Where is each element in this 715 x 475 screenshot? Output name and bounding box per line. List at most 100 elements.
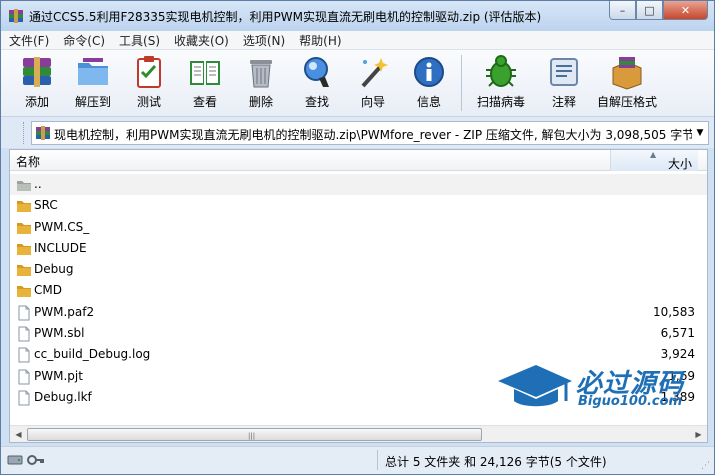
table-row[interactable]: PWM.sbl 6,571 — [10, 323, 707, 344]
folder-icon — [17, 286, 31, 298]
horizontal-scrollbar[interactable]: ◀ ||| ▶ — [10, 425, 707, 442]
scrollbar-grip-icon: ||| — [248, 432, 256, 440]
graduation-cap-logo — [498, 365, 572, 407]
find-label: 查找 — [304, 95, 329, 109]
title-bar[interactable]: 通过CCS5.5利用F28335实现电机控制，利用PWM实现直流无刷电机的控制驱… — [1, 1, 714, 31]
window-title: 通过CCS5.5利用F28335实现电机控制，利用PWM实现直流无刷电机的控制驱… — [29, 10, 542, 24]
table-row[interactable]: Debug — [10, 259, 707, 280]
delete-label: 删除 — [248, 95, 273, 109]
watermark-url: Biguo100.com — [578, 394, 683, 409]
status-divider — [377, 450, 378, 470]
file-icon — [18, 390, 30, 406]
sfx-label: 自解压格式 — [596, 95, 657, 109]
archive-path-field[interactable]: 现电机控制，利用PWM实现直流无刷电机的控制驱动.zip\PWMfore_rev… — [31, 121, 709, 145]
status-summary: 总计 5 文件夹 和 24,126 字节(5 个文件) — [385, 455, 607, 469]
wizard-label: 向导 — [360, 95, 385, 109]
folder-icon — [17, 201, 31, 213]
scroll-left-icon[interactable]: ◀ — [10, 426, 27, 442]
file-size: 10,583 — [653, 304, 695, 319]
toolbar-separator — [461, 55, 462, 111]
folder-icon — [17, 265, 31, 277]
folder-icon — [17, 222, 31, 234]
view-book-icon — [190, 61, 220, 85]
file-name: SRC — [34, 198, 58, 213]
close-button[interactable]: ✕ — [663, 1, 708, 20]
extract-folder-icon — [78, 58, 108, 85]
winrar-window: 通过CCS5.5利用F28335实现电机控制，利用PWM实现直流无刷电机的控制驱… — [0, 0, 715, 475]
file-size: 6,571 — [660, 326, 695, 341]
address-bar-grip[interactable] — [23, 122, 26, 144]
column-header-name[interactable]: 名称 — [16, 153, 40, 170]
info-icon — [414, 57, 444, 87]
table-row[interactable]: PWM.CS_ — [10, 217, 707, 238]
comment-label: 注释 — [551, 95, 576, 109]
scroll-right-icon[interactable]: ▶ — [690, 426, 707, 442]
file-name: Debug.lkf — [34, 389, 92, 404]
virus-scan-label: 扫描病毒 — [476, 95, 525, 109]
menu-favorites[interactable]: 收藏夹(O) — [166, 31, 235, 49]
test-clipboard-icon — [137, 56, 161, 88]
winrar-app-icon[interactable] — [8, 8, 24, 24]
table-row[interactable]: PWM.paf2 10,583 — [10, 302, 707, 323]
file-icon — [18, 305, 30, 321]
sfx-button[interactable]: 自解压格式 — [592, 50, 662, 114]
view-button[interactable]: 查看 — [177, 50, 233, 114]
comment-note-icon — [550, 58, 578, 86]
file-list-header: 名称 大小 ▲ — [10, 150, 707, 171]
file-name: INCLUDE — [34, 240, 87, 255]
add-archive-icon — [23, 57, 51, 87]
menu-file[interactable]: 文件(F) — [1, 31, 55, 49]
file-name: Debug — [34, 262, 74, 277]
file-icon — [18, 326, 30, 342]
extract-button[interactable]: 解压到 — [65, 50, 121, 114]
minimize-button[interactable]: – — [609, 1, 636, 20]
delete-trash-icon — [250, 60, 272, 88]
menu-command[interactable]: 命令(C) — [55, 31, 111, 49]
drive-icon[interactable] — [7, 453, 23, 467]
parent-folder-row[interactable]: .. — [10, 174, 707, 196]
watermark: 必过源码 Biguo100.com — [496, 361, 696, 416]
parent-folder-icon — [17, 181, 31, 191]
menu-bar: 文件(F) 命令(C) 工具(S) 收藏夹(O) 选项(N) 帮助(H) — [1, 31, 714, 50]
resize-grip-icon[interactable]: ⋰ — [701, 461, 710, 471]
scrollbar-thumb[interactable]: ||| — [27, 428, 482, 441]
sort-up-icon: ▲ — [650, 150, 657, 159]
maximize-button[interactable]: □ — [636, 1, 663, 20]
table-row[interactable]: SRC — [10, 195, 707, 216]
file-name: PWM.sbl — [34, 326, 85, 341]
add-button[interactable]: 添加 — [9, 50, 65, 114]
wizard-wand-icon — [361, 58, 388, 88]
find-button[interactable]: 查找 — [289, 50, 345, 114]
virus-bug-icon — [486, 55, 516, 87]
info-button[interactable]: 信息 — [401, 50, 457, 114]
menu-options[interactable]: 选项(N) — [235, 31, 291, 49]
file-name: cc_build_Debug.log — [34, 347, 151, 362]
key-icon[interactable] — [27, 453, 45, 467]
address-bar: 现电机控制，利用PWM实现直流无刷电机的控制驱动.zip\PWMfore_rev… — [1, 116, 714, 148]
table-row[interactable]: INCLUDE — [10, 238, 707, 259]
test-label: 测试 — [136, 95, 161, 109]
archive-icon — [36, 126, 50, 140]
chevron-down-icon[interactable]: ▼ — [692, 122, 708, 144]
menu-tools[interactable]: 工具(S) — [111, 31, 166, 49]
find-magnifier-icon — [304, 57, 329, 87]
status-bar: 总计 5 文件夹 和 24,126 字节(5 个文件) ⋰ — [1, 446, 714, 474]
file-icon — [18, 347, 30, 363]
file-name: PWM.pjt — [34, 368, 83, 383]
comment-button[interactable]: 注释 — [536, 50, 592, 114]
extract-label: 解压到 — [74, 95, 111, 109]
file-name: .. — [34, 177, 42, 191]
test-button[interactable]: 测试 — [121, 50, 177, 114]
virus-scan-button[interactable]: 扫描病毒 — [466, 50, 536, 114]
archive-path-text: 现电机控制，利用PWM实现直流无刷电机的控制驱动.zip\PWMfore_rev… — [54, 128, 695, 142]
delete-button[interactable]: 删除 — [233, 50, 289, 114]
file-name: PWM.CS_ — [34, 219, 90, 234]
add-label: 添加 — [24, 95, 49, 109]
menu-help[interactable]: 帮助(H) — [291, 31, 347, 49]
file-icon — [18, 369, 30, 385]
table-row[interactable]: CMD — [10, 280, 707, 301]
toolbar: 添加 解压到 测试 查看 删除 查找 向导 信息 扫描病毒 注释 自解压格式 — [1, 50, 714, 116]
info-label: 信息 — [416, 95, 441, 109]
sfx-box-icon — [612, 57, 642, 90]
wizard-button[interactable]: 向导 — [345, 50, 401, 114]
